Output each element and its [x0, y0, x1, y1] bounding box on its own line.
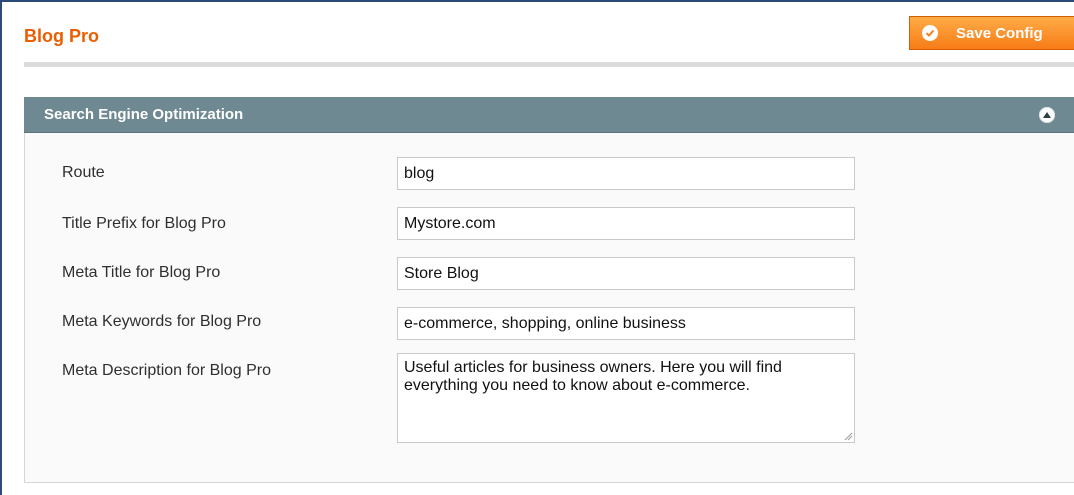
title-prefix-input[interactable] — [397, 207, 855, 240]
meta-description-label: Meta Description for Blog Pro — [62, 362, 271, 379]
title-prefix-label: Title Prefix for Blog Pro — [62, 215, 226, 232]
save-config-button[interactable]: Save Config — [909, 16, 1074, 50]
section-title: Search Engine Optimization — [44, 106, 244, 123]
route-input[interactable] — [397, 157, 855, 190]
meta-title-label: Meta Title for Blog Pro — [62, 264, 221, 281]
check-circle-icon — [922, 25, 938, 41]
section-header-seo[interactable]: Search Engine Optimization — [24, 97, 1074, 133]
route-label: Route — [62, 164, 105, 181]
section-body-seo: Route Title Prefix for Blog Pro Meta Tit… — [24, 133, 1074, 483]
meta-keywords-label: Meta Keywords for Blog Pro — [62, 313, 262, 330]
save-config-label: Save Config — [956, 24, 1043, 42]
page-title: Blog Pro — [24, 26, 99, 46]
resize-grip-icon[interactable] — [843, 431, 853, 441]
meta-description-textarea[interactable]: Useful articles for business owners. Her… — [397, 353, 855, 443]
collapse-up-icon[interactable] — [1039, 107, 1055, 123]
meta-keywords-input[interactable] — [397, 307, 855, 340]
meta-title-input[interactable] — [397, 257, 855, 290]
title-divider — [24, 62, 1074, 67]
config-page: Blog Pro Save Config Search Engine Optim… — [0, 0, 1074, 495]
